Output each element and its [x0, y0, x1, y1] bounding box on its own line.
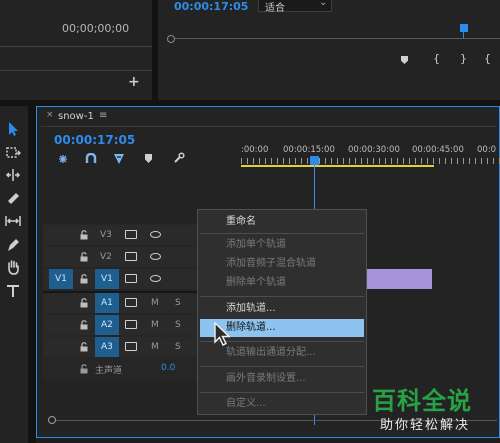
eye-icon[interactable]	[150, 231, 161, 238]
track-target-v1[interactable]: V1	[95, 269, 119, 289]
chevron-down-icon: ⌄	[319, 0, 328, 8]
menu-separator	[200, 296, 364, 297]
master-volume[interactable]: 0.0	[161, 363, 175, 373]
sync-lock-icon[interactable]	[125, 298, 137, 307]
mute-button[interactable]: M	[151, 320, 159, 330]
ruler-label: 00:00:30:00	[348, 145, 400, 155]
mute-button[interactable]: M	[151, 342, 159, 352]
video-clip[interactable]	[357, 269, 432, 289]
tab-menu-icon[interactable]: ≡	[99, 110, 107, 121]
source-timecode: 00;00;00;00	[62, 22, 130, 35]
menu-separator	[200, 233, 364, 234]
lock-icon[interactable]	[80, 252, 88, 262]
source-timebar[interactable]	[0, 46, 152, 47]
source-patch-v1[interactable]: V1	[49, 269, 73, 289]
ruler-label: 00:00:45:00	[412, 145, 464, 155]
time-ruler[interactable]: :00:00 00:00:15:00 00:00:30:00 00:00:45:…	[241, 137, 500, 169]
bracket-out-icon[interactable]: }	[460, 52, 467, 65]
track-name: V3	[100, 230, 112, 240]
master-label: 主声道	[95, 366, 123, 376]
plus-icon[interactable]: +	[128, 74, 140, 90]
eye-icon[interactable]	[150, 253, 161, 260]
wrench-icon[interactable]	[173, 152, 185, 164]
lock-icon[interactable]	[80, 364, 88, 374]
tab-underline	[41, 126, 497, 127]
menu-item-rename[interactable]: 重命名	[198, 213, 366, 231]
tools-divider	[28, 106, 36, 443]
mute-button[interactable]: M	[151, 298, 159, 308]
context-menu: 重命名 添加单个轨道 添加音频子混合轨道 删除单个轨道 添加轨道... 删除轨道…	[197, 209, 367, 415]
pen-icon[interactable]	[4, 236, 22, 254]
menu-item-delete-single-track[interactable]: 删除单个轨道	[198, 274, 366, 292]
menu-separator	[200, 366, 364, 367]
type-icon[interactable]	[4, 282, 22, 300]
program-monitor-panel: 00:00:17:05 适合 ⌄ { } {	[158, 0, 500, 100]
track-name: V2	[100, 252, 112, 262]
watermark: 百科全说 助你轻松解决	[366, 378, 496, 438]
program-timebar-start	[167, 35, 175, 43]
watermark-subtitle: 助你轻松解决	[380, 418, 471, 433]
work-area-bar[interactable]	[241, 165, 434, 167]
ruler-label: :00:00	[241, 145, 269, 155]
menu-item-voiceover-settings[interactable]: 画外音录制设置...	[198, 370, 366, 388]
selection-tool-icon[interactable]	[4, 120, 22, 138]
sync-lock-icon[interactable]	[125, 252, 137, 261]
linked-selection-icon[interactable]	[113, 153, 125, 165]
program-playhead[interactable]	[460, 24, 468, 32]
snap-icon[interactable]	[85, 153, 97, 165]
solo-button[interactable]: S	[175, 320, 181, 330]
track-target-a1[interactable]: A1	[95, 293, 119, 313]
timeline-tab-title[interactable]: snow-1	[58, 111, 94, 122]
timeline-timecode[interactable]: 00:00:17:05	[54, 133, 135, 147]
lock-icon[interactable]	[80, 230, 88, 240]
sync-lock-icon[interactable]	[125, 320, 137, 329]
nest-icon[interactable]	[57, 153, 69, 165]
timeline-playhead[interactable]	[310, 156, 319, 165]
menu-item-add-submix-track[interactable]: 添加音频子混合轨道	[198, 255, 366, 273]
razor-icon[interactable]	[4, 188, 22, 206]
ruler-ticks	[241, 158, 500, 164]
track-target-a2[interactable]: A2	[95, 315, 119, 335]
lock-icon[interactable]	[80, 274, 88, 284]
source-monitor-panel: 00;00;00;00 +	[0, 0, 152, 100]
bracket-in-icon[interactable]: {	[433, 52, 440, 65]
sync-lock-icon[interactable]	[125, 342, 137, 351]
close-icon[interactable]: ×	[46, 110, 54, 120]
source-timebar-lower	[0, 70, 152, 71]
fit-dropdown[interactable]: 适合 ⌄	[258, 0, 332, 14]
cursor-arrow-icon	[213, 322, 231, 348]
menu-item-add-single-track[interactable]: 添加单个轨道	[198, 236, 366, 254]
sync-lock-icon[interactable]	[125, 230, 137, 239]
solo-button[interactable]: S	[175, 342, 181, 352]
slip-icon[interactable]	[4, 212, 22, 230]
ripple-edit-icon[interactable]	[4, 166, 22, 184]
menu-item-customize[interactable]: 自定义...	[198, 395, 366, 413]
sync-lock-icon[interactable]	[125, 274, 137, 283]
program-playhead-stem	[463, 32, 464, 38]
eye-icon[interactable]	[150, 275, 161, 282]
ruler-label: 00:0	[477, 145, 497, 155]
lock-icon[interactable]	[80, 320, 88, 330]
menu-item-add-tracks[interactable]: 添加轨道...	[198, 300, 366, 318]
program-timebar[interactable]	[170, 38, 500, 39]
watermark-title: 百科全说	[372, 387, 472, 415]
lock-icon[interactable]	[80, 298, 88, 308]
menu-separator	[200, 392, 364, 393]
marker-icon[interactable]	[401, 56, 408, 64]
tools-panel	[0, 106, 28, 443]
hand-icon[interactable]	[4, 258, 22, 276]
ruler-label: 00:00:15:00	[283, 145, 335, 155]
track-target-a3[interactable]: A3	[95, 337, 119, 357]
lock-icon[interactable]	[80, 342, 88, 352]
scrollbar-handle[interactable]	[48, 416, 56, 424]
add-marker-icon[interactable]	[145, 154, 152, 163]
fit-dropdown-value: 适合	[265, 3, 285, 14]
track-select-icon[interactable]	[4, 144, 22, 162]
solo-button[interactable]: S	[175, 298, 181, 308]
program-timecode[interactable]: 00:00:17:05	[174, 0, 248, 13]
go-to-in-icon[interactable]: {	[484, 52, 491, 65]
